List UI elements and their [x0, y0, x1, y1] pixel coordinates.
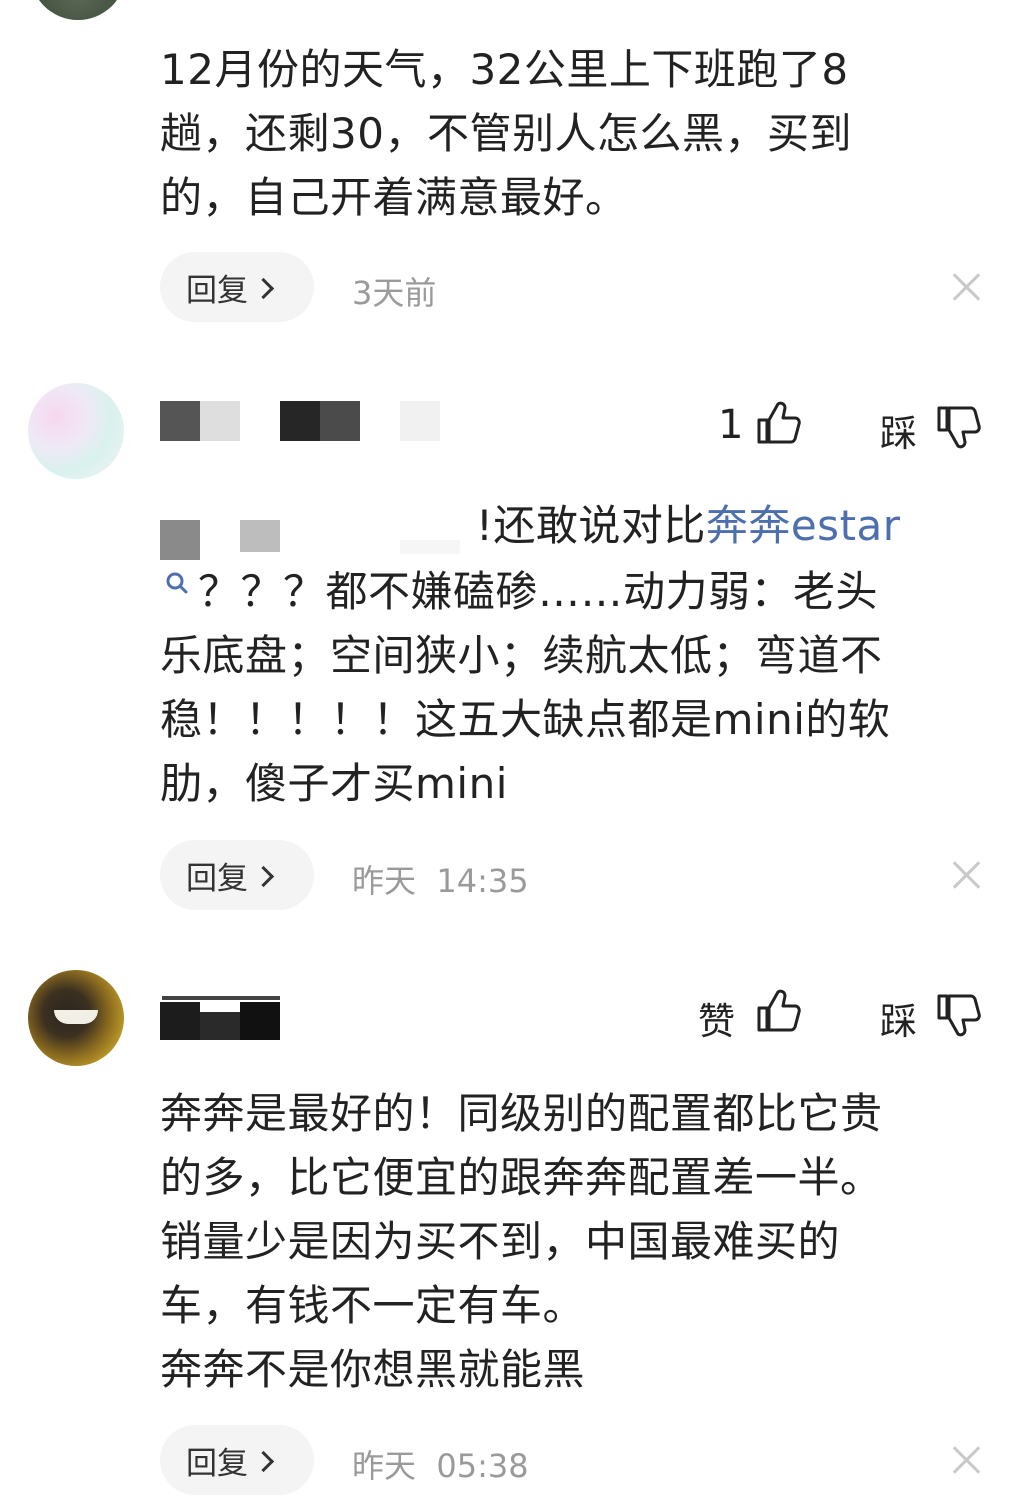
- dislike-label: 踩: [880, 1000, 917, 1043]
- thumbs-down-icon[interactable]: [936, 404, 982, 450]
- chevron-right-icon: [252, 1450, 275, 1472]
- redaction-block: [200, 1012, 240, 1040]
- dislike-label: 踩: [880, 412, 917, 455]
- like-count: 1: [718, 402, 744, 448]
- close-icon[interactable]: [951, 860, 981, 890]
- redaction-block: [240, 1002, 280, 1040]
- comment-2-reply-button[interactable]: 回复: [160, 840, 314, 910]
- redaction-block: [400, 401, 440, 441]
- reply-label: 回复: [186, 1445, 248, 1482]
- avatar[interactable]: [28, 970, 124, 1066]
- thumbs-down-icon[interactable]: [936, 992, 982, 1038]
- comment-1-reply-button[interactable]: 回复: [160, 252, 314, 322]
- thumbs-up-icon[interactable]: [756, 988, 802, 1034]
- comment-3-text: 奔奔是最好的！同级别的配置都比它贵 的多，比它便宜的跟奔奔配置差一半。 销量少是…: [160, 1089, 883, 1394]
- thumbs-up-icon[interactable]: [756, 400, 802, 446]
- redaction-block: [400, 540, 460, 554]
- avatar-partial[interactable]: [30, 0, 126, 20]
- comment-2-time: 昨天 14:35: [352, 862, 529, 900]
- comment-2-line1: !还敢说对比奔奔estar: [476, 494, 901, 558]
- chevron-right-icon: [252, 865, 275, 887]
- comment-1-text: 12月份的天气，32公里上下班跑了8 趟，还剩30，不管别人怎么黑，买到 的，自…: [160, 45, 852, 222]
- comment-2-text: ？？？都不嫌磕碜……动力弱：老头 乐底盘；空间狭小；续航太低；弯道不 稳！！！！…: [160, 567, 891, 808]
- redaction-block: [160, 520, 200, 560]
- redaction-block: [280, 401, 320, 441]
- chevron-right-icon: [252, 277, 275, 299]
- reply-label: 回复: [186, 860, 248, 897]
- comment-3-time: 昨天 05:38: [352, 1447, 529, 1485]
- close-icon[interactable]: [951, 1445, 981, 1475]
- avatar[interactable]: [28, 383, 124, 479]
- redaction-block: [320, 401, 360, 441]
- redaction-block: [162, 996, 280, 1000]
- redaction-block: [160, 1002, 200, 1040]
- reply-label: 回复: [186, 272, 248, 309]
- comment-1-time: 3天前: [352, 274, 437, 312]
- product-link[interactable]: 奔奔estar: [706, 501, 901, 550]
- redaction-block: [160, 401, 200, 441]
- close-icon[interactable]: [951, 272, 981, 302]
- redaction-block: [240, 520, 280, 552]
- comment-2-text-start: !还敢说对比: [476, 501, 706, 550]
- redaction-block: [200, 401, 240, 441]
- comment-3-reply-button[interactable]: 回复: [160, 1425, 314, 1495]
- like-label: 赞: [698, 1000, 735, 1043]
